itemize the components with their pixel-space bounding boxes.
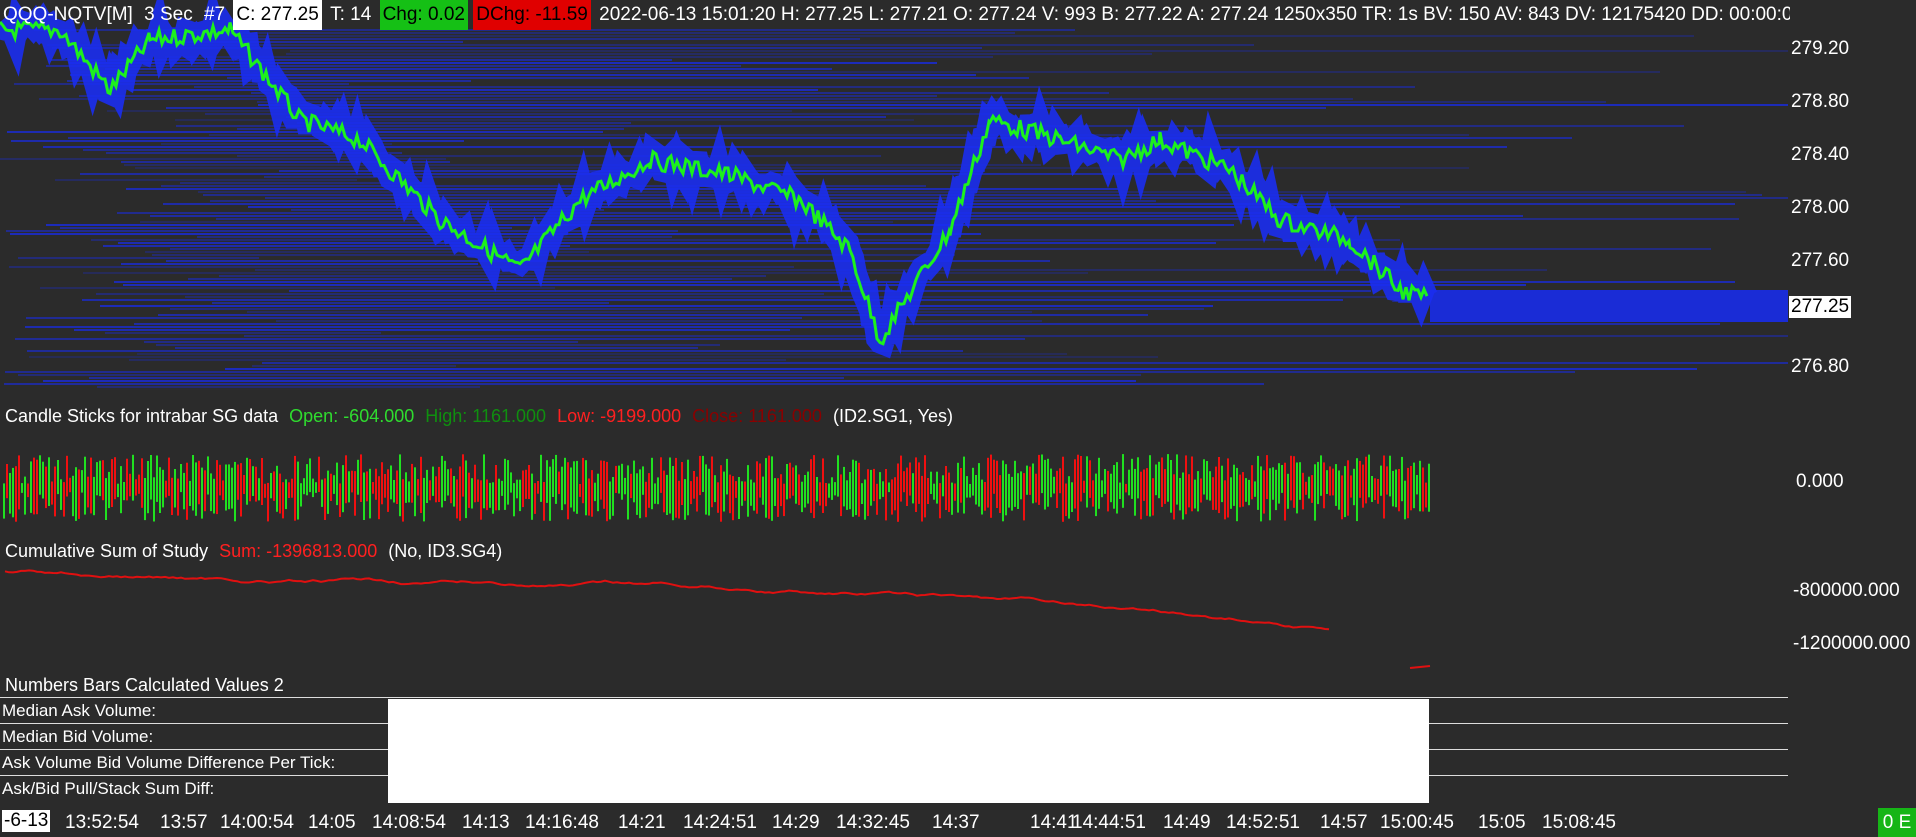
candle-study-name: Candle Sticks for intrabar SG data	[5, 406, 279, 426]
time-axis-tick: 14:13	[462, 812, 510, 833]
time-axis[interactable]: 13:52:54 13:57 14:00:54 14:05 14:08:54 14:13 1…	[0, 808, 1916, 837]
change-badge: Chg: 0.02	[379, 0, 468, 30]
bar-details: 2022-06-13 15:01:20 H: 277.25 L: 277.21 …	[599, 4, 1790, 25]
price-chart-pane[interactable]	[0, 0, 1788, 394]
candle-study-low: Low: -9199.000	[557, 406, 682, 426]
chart-header: QQQ-NQTV[M] 3 Sec #7 C: 277.25 T: 14 Chg…	[0, 0, 1790, 30]
time-axis-tick: 14:57	[1320, 812, 1368, 833]
price-axis-label: 278.40	[1791, 144, 1850, 165]
cumsum-study-params: (No, ID3.SG4)	[388, 541, 503, 561]
cumsum-line	[4, 569, 1330, 631]
time-axis-tick: 14:29	[772, 812, 820, 833]
status-badge[interactable]: 0 E	[1878, 808, 1916, 837]
time-axis-tick: 14:41	[1030, 812, 1078, 833]
daily-change-badge: DChg: -11.59	[473, 0, 591, 30]
symbol-label: QQQ-NQTV[M]	[3, 4, 133, 25]
candle-study-open: Open: -604.000	[289, 406, 415, 426]
time-axis-tick: 14:24:51	[683, 812, 757, 833]
depth-band	[1430, 290, 1788, 322]
trades-value: T: 14	[330, 4, 372, 25]
time-axis-tick: 14:44:51	[1072, 812, 1146, 833]
candle-study-svg[interactable]	[0, 428, 1788, 543]
current-price-label: 277.25	[1789, 296, 1852, 318]
candle-study-axis-label: 0.000	[1796, 471, 1844, 492]
candle-study-title: Candle Sticks for intrabar SG data Open:…	[5, 406, 959, 427]
time-axis-tick: 14:49	[1163, 812, 1211, 833]
candle-study-close: Close: 1161.000	[692, 406, 822, 426]
date-label: -6-13	[2, 810, 51, 832]
time-axis-tick: 14:32:45	[836, 812, 910, 833]
cumsum-study-sum: Sum: -1396813.000	[219, 541, 378, 561]
time-axis-tick: 14:08:54	[372, 812, 446, 833]
time-axis-tick: 14:52:51	[1226, 812, 1300, 833]
time-axis-tick: 13:57	[160, 812, 208, 833]
cumsum-study-name: Cumulative Sum of Study	[5, 541, 209, 561]
price-axis-label: 278.00	[1791, 197, 1850, 218]
numbers-bars-values-area	[388, 699, 1429, 803]
time-axis-tick: 14:16:48	[525, 812, 599, 833]
candle-study-params: (ID2.SG1, Yes)	[832, 406, 954, 426]
time-axis-tick: 14:05	[308, 812, 356, 833]
candle-study-high: High: 1161.000	[425, 406, 547, 426]
price-axis-label: 279.20	[1791, 38, 1850, 59]
time-axis-tick: 14:00:54	[220, 812, 294, 833]
cumsum-axis-label: -800000.000	[1793, 580, 1900, 601]
numbers-bars-title: Numbers Bars Calculated Values 2	[5, 675, 284, 695]
cumsum-study-title: Cumulative Sum of Study Sum: -1396813.00…	[5, 541, 508, 562]
time-axis-tick: 15:08:45	[1542, 812, 1616, 833]
price-chart-svg[interactable]	[0, 0, 1788, 394]
price-axis-label: 278.80	[1791, 91, 1850, 112]
time-axis-tick: 15:00:45	[1380, 812, 1454, 833]
close-value: C: 277.25	[233, 0, 322, 30]
time-axis-tick: 14:37	[932, 812, 980, 833]
time-axis-tick: 14:21	[618, 812, 666, 833]
time-axis-tick: 15:05	[1478, 812, 1526, 833]
cumsum-axis-label: -1200000.000	[1793, 633, 1911, 654]
time-axis-tick: 13:52:54	[65, 812, 139, 833]
chart-number: #7	[203, 4, 226, 25]
interval-label: 3 Sec	[144, 4, 193, 25]
price-axis-label: 277.60	[1791, 250, 1850, 271]
price-axis-label: 276.80	[1791, 356, 1850, 377]
cumsum-line-tail	[1409, 665, 1431, 669]
cumsum-study-svg[interactable]	[0, 560, 1788, 680]
